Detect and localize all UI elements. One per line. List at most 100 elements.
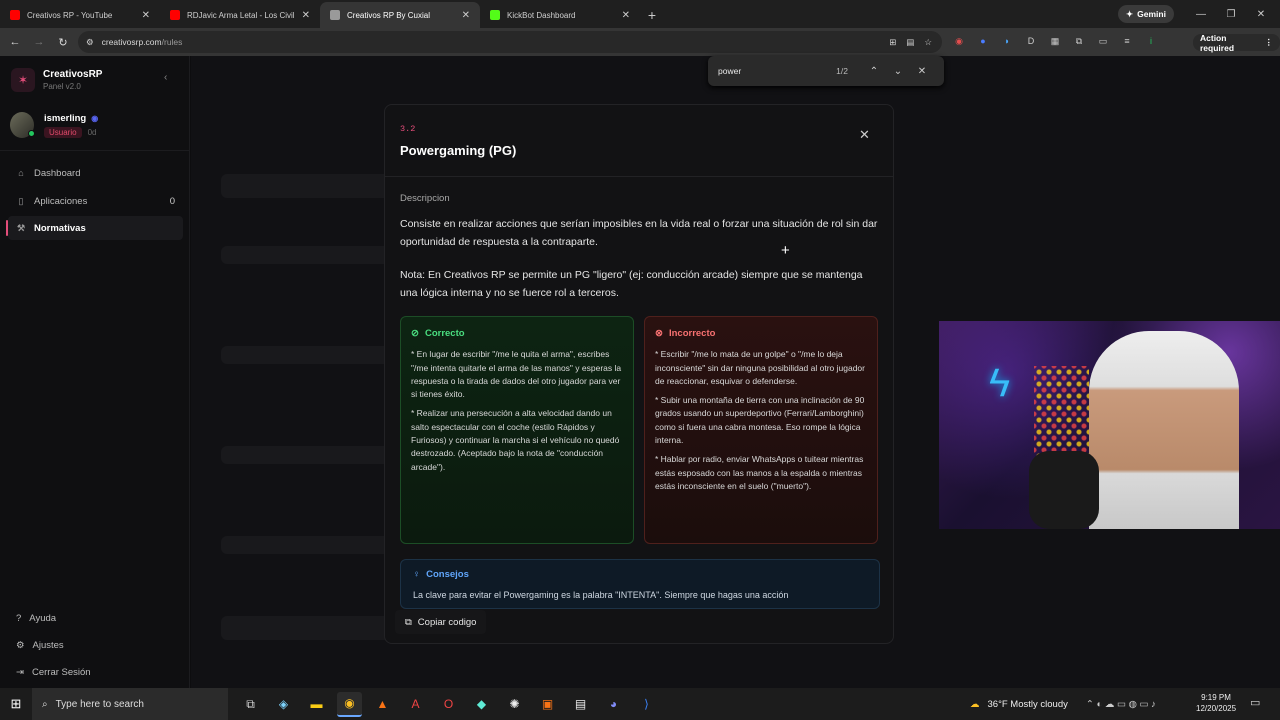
find-bar: power 1/2 ⌃ ⌄ ✕ xyxy=(708,56,944,86)
copilot-icon[interactable]: ◈ xyxy=(271,692,296,717)
site-icon xyxy=(330,10,340,20)
copy-icon: ⧉ xyxy=(405,616,412,628)
help-icon: ? xyxy=(16,612,22,624)
description-label: Descripcion xyxy=(400,193,450,204)
new-tab-button[interactable]: + xyxy=(640,2,664,28)
app-icon[interactable]: ▤ xyxy=(568,692,593,717)
maximize-button[interactable]: ❐ xyxy=(1216,0,1246,28)
extensions-area: ◉ ● ◗ D ▦ ⧉ ▭ ≡ i xyxy=(950,32,1160,50)
close-icon[interactable]: ✕ xyxy=(859,127,870,143)
gemini-button[interactable]: ✦ Gemini xyxy=(1118,5,1174,23)
action-required-button[interactable]: Action required ⋮ xyxy=(1193,33,1280,53)
extension-icon[interactable]: ◗ xyxy=(998,32,1016,50)
tray-icons[interactable]: ⌃ ◐ ☁ ▭ ◍ ▭ ♪ xyxy=(1086,699,1156,710)
file-icon: ▯ xyxy=(18,195,24,206)
taskbar-search-input[interactable]: ⌕ Type here to search xyxy=(32,688,228,720)
opera-icon[interactable]: O xyxy=(436,692,461,717)
tab-rdjavic[interactable]: RDJavic Arma Letal - Los Civiles ✕ xyxy=(160,2,320,28)
app-icon[interactable]: ◆ xyxy=(469,692,494,717)
tab-creativos[interactable]: Creativos RP By Cuxial ✕ xyxy=(320,2,480,28)
notification-icon[interactable]: ▭ xyxy=(1250,696,1260,709)
copy-code-button[interactable]: ⧉ Copiar codigo xyxy=(395,610,487,634)
profile-icon[interactable]: i xyxy=(1142,32,1160,50)
modal-title: Powergaming (PG) xyxy=(400,143,517,158)
youtube-icon xyxy=(170,10,180,20)
extension-icon[interactable]: D xyxy=(1022,32,1040,50)
tips-text: La clave para evitar el Powergaming es l… xyxy=(413,590,789,600)
microphone xyxy=(1029,451,1099,529)
sidepanel-icon[interactable]: ▭ xyxy=(1094,32,1112,50)
close-tab-icon[interactable]: ✕ xyxy=(302,10,310,21)
weather-icon[interactable]: ☁ xyxy=(970,699,980,710)
system-tray: ☁ 36°F Mostly cloudy ⌃ ◐ ☁ ▭ ◍ ▭ ♪ xyxy=(970,688,1156,720)
x-circle-icon: ⊗ xyxy=(655,328,663,339)
task-view-icon[interactable]: ⧉ xyxy=(238,692,263,717)
tab-kickbot[interactable]: KickBot Dashboard ✕ xyxy=(480,2,640,28)
chevron-down-icon[interactable]: ⌄ xyxy=(886,66,910,77)
tips-box: ♀ Consejos La clave para evitar el Powerg… xyxy=(400,559,880,609)
discord-icon[interactable]: ◕ xyxy=(601,692,626,717)
webcam-overlay: ϟ xyxy=(939,321,1280,529)
minimize-button[interactable]: — xyxy=(1186,0,1216,28)
app-icon[interactable]: ▲ xyxy=(370,692,395,717)
forward-button[interactable]: → xyxy=(27,30,51,54)
back-button[interactable]: ← xyxy=(3,30,27,54)
star-icon[interactable]: ☆ xyxy=(924,37,932,48)
avatar xyxy=(10,112,35,138)
translate-icon[interactable]: ⊞ xyxy=(889,37,896,48)
puzzle-icon[interactable]: ⧉ xyxy=(1070,32,1088,50)
close-tab-icon[interactable]: ✕ xyxy=(462,10,470,21)
home-icon: ⌂ xyxy=(18,168,24,178)
sidebar-item-normativas[interactable]: ⚒ Normativas xyxy=(6,216,183,240)
media-icon[interactable]: ≡ xyxy=(1118,32,1136,50)
app-icon[interactable]: ▣ xyxy=(535,692,560,717)
site-info-icon[interactable]: ⚙ xyxy=(86,37,94,48)
close-window-button[interactable]: ✕ xyxy=(1246,0,1276,28)
note-text: Nota: En Creativos RP se permite un PG "… xyxy=(400,269,863,299)
lightbulb-icon: ♀ xyxy=(413,569,421,580)
sidebar-item-ayuda[interactable]: ? Ayuda xyxy=(8,608,56,628)
windows-start-icon[interactable]: ⊞ xyxy=(0,688,32,720)
rule-modal: 3.2 Powergaming (PG) ✕ Descripcion Consi… xyxy=(384,104,894,644)
chevron-up-icon[interactable]: ⌃ xyxy=(862,66,886,77)
reload-button[interactable]: ↻ xyxy=(51,30,75,54)
sidebar-item-aplicaciones[interactable]: ▯ Aplicaciones 0 xyxy=(8,189,183,213)
neon-lightning-icon: ϟ xyxy=(989,361,1011,405)
vscode-icon[interactable]: ⟩ xyxy=(634,692,659,717)
sidebar-item-dashboard[interactable]: ⌂ Dashboard xyxy=(8,161,183,185)
close-tab-icon[interactable]: ✕ xyxy=(142,10,150,21)
file-explorer-icon[interactable]: ▬ xyxy=(304,692,329,717)
logout-icon: ⇥ xyxy=(16,666,24,678)
app-icon[interactable]: A xyxy=(403,692,428,717)
divider xyxy=(0,150,190,151)
app-icon[interactable]: ✺ xyxy=(502,692,527,717)
clock[interactable]: 9:19 PM 12/20/2025 xyxy=(1196,692,1236,714)
rule-number: 3.2 xyxy=(400,124,416,134)
correct-item: * Realizar una persecución a alta veloci… xyxy=(411,408,620,472)
chrome-icon[interactable]: ◉ xyxy=(337,691,362,717)
extension-icon[interactable]: ● xyxy=(974,32,992,50)
weather-text[interactable]: 36°F Mostly cloudy xyxy=(988,699,1068,710)
reader-icon[interactable]: ▤ xyxy=(906,37,914,48)
close-tab-icon[interactable]: ✕ xyxy=(622,10,630,21)
incorrect-box: ⊗ Incorrecto * Escribir "/me lo mata de u… xyxy=(644,316,878,544)
logo-icon: ✶ xyxy=(11,68,35,92)
check-circle-icon: ⊘ xyxy=(411,328,419,339)
streamer xyxy=(1089,331,1239,529)
sidebar-item-ajustes[interactable]: ⚙ Ajustes xyxy=(8,635,64,655)
gavel-icon: ⚒ xyxy=(16,222,26,233)
tab-youtube[interactable]: Creativos RP - YouTube ✕ xyxy=(0,2,160,28)
address-bar[interactable]: ⚙ creativosrp.com/rules ⊞ ▤ ☆ xyxy=(78,31,942,53)
sparkle-icon: ✦ xyxy=(1126,8,1134,19)
user-card[interactable]: ismerling ◉ Usuario 0d xyxy=(10,112,98,138)
brand[interactable]: ✶ CreativosRP Panel v2.0 xyxy=(11,68,102,92)
extension-icon[interactable]: ▦ xyxy=(1046,32,1064,50)
close-icon[interactable]: ✕ xyxy=(910,66,934,77)
gear-icon: ⚙ xyxy=(16,639,25,651)
extension-icon[interactable]: ◉ xyxy=(950,32,968,50)
search-icon: ⌕ xyxy=(42,698,48,710)
chevron-left-icon[interactable]: ‹ xyxy=(164,72,167,83)
online-status-dot xyxy=(28,130,35,137)
sidebar-item-cerrar-sesion[interactable]: ⇥ Cerrar Sesión xyxy=(8,662,91,682)
find-input[interactable]: power xyxy=(718,66,836,76)
